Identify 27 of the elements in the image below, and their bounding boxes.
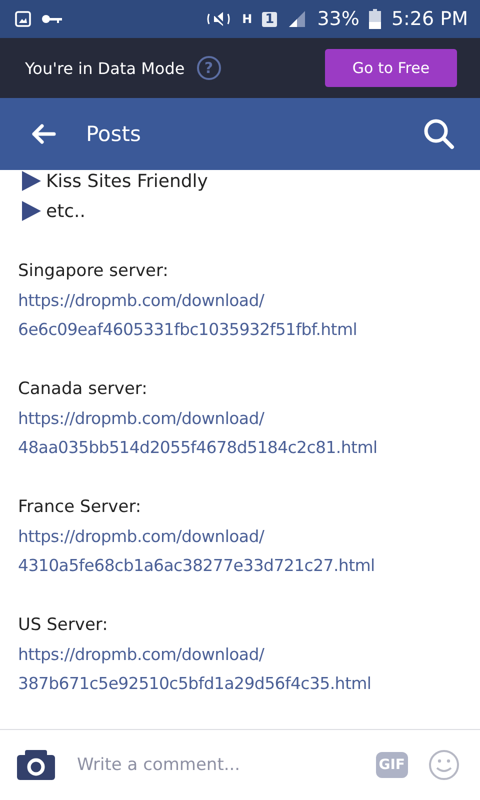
bullet-text: Kiss Sites Friendly	[46, 170, 208, 192]
server-label: France Server:	[18, 496, 142, 519]
battery-icon	[369, 9, 382, 29]
back-icon[interactable]	[30, 123, 56, 145]
image-icon	[15, 11, 31, 27]
sim-indicator: 1	[262, 12, 278, 26]
triangle-bullet-icon	[20, 200, 42, 222]
key-icon	[41, 13, 63, 25]
signal-icon	[287, 10, 308, 28]
triangle-bullet-icon	[20, 170, 42, 192]
go-to-free-button[interactable]: Go to Free	[325, 49, 457, 87]
server-label: US Server:	[18, 614, 109, 637]
download-link[interactable]: https://dropmb.com/download/ 4310a5fe68cb1a6ac38277e33d721c27.html	[18, 522, 462, 580]
page-title: Posts	[86, 122, 141, 146]
server-label: Singapore server:	[18, 260, 170, 283]
download-link[interactable]: https://dropmb.com/download/ 387b671c5e92510c5bfd1a29d56f4c35.html	[18, 640, 462, 698]
bullet-text: etc..	[46, 200, 86, 222]
download-link[interactable]: https://dropmb.com/download/ 48aa035bb514d2055f4678d5184c2c81.html	[18, 404, 462, 462]
clock: 5:26 PM	[391, 8, 468, 30]
server-label: Canada server:	[18, 378, 148, 401]
search-icon[interactable]	[423, 118, 455, 150]
banner-text: You're in Data Mode	[25, 58, 185, 78]
network-type: H	[242, 12, 252, 26]
download-link[interactable]: https://dropmb.com/download/ 6e6c09eaf4605331fbc1035932f51fbf.html	[18, 286, 462, 344]
mute-icon	[206, 10, 232, 28]
battery-percent: 33%	[317, 8, 360, 30]
camera-icon[interactable]	[17, 750, 55, 780]
